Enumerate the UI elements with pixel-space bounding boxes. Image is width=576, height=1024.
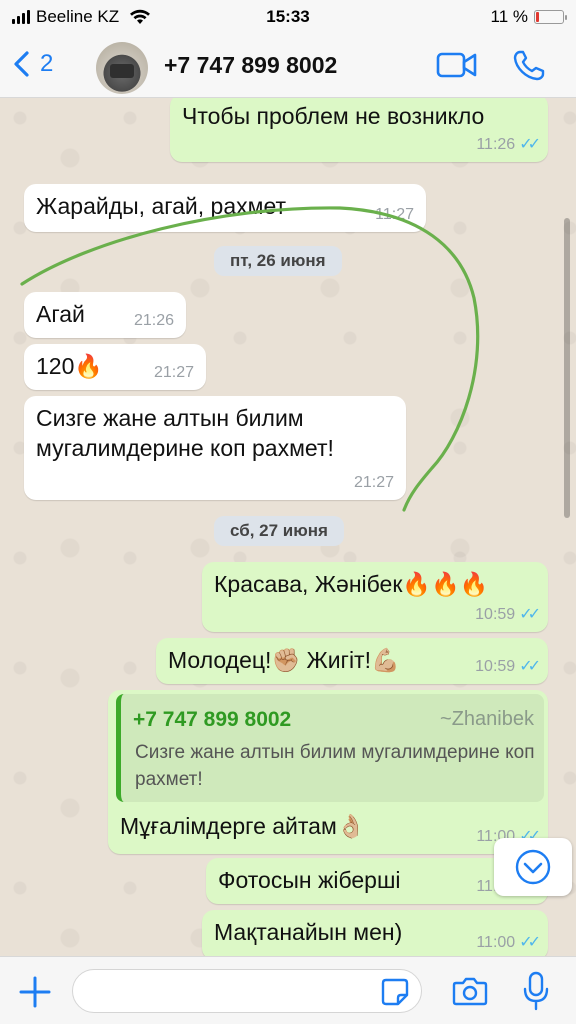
- message-outgoing[interactable]: Мақтанайын мен) 11:00 ✓✓: [202, 910, 548, 956]
- message-text: Чтобы проблем не возникло: [182, 103, 485, 129]
- battery-fill: [536, 12, 539, 22]
- quoted-message[interactable]: +7 747 899 8002 ~Zhanibek Сизге жане алт…: [116, 694, 544, 802]
- message-text: Мақтанайын мен): [214, 919, 403, 945]
- message-time: 11:27: [375, 206, 414, 224]
- chevron-down-icon: [515, 849, 551, 885]
- message-time: 11:26: [476, 136, 516, 154]
- scroll-to-bottom-button[interactable]: [494, 838, 572, 896]
- message-outgoing[interactable]: Красава, Жәнібек🔥🔥🔥 10:59 ✓✓: [202, 562, 548, 632]
- read-ticks-icon: ✓✓: [519, 658, 541, 676]
- message-text: Жарайды, агай, рахмет: [36, 193, 287, 219]
- battery-percent: 11 %: [490, 7, 529, 26]
- back-count: 2: [40, 50, 54, 77]
- scrollbar[interactable]: [564, 218, 570, 518]
- date-separator: сб, 27 июня: [214, 516, 344, 546]
- message-time: 10:59: [475, 606, 516, 624]
- message-time: 11:00: [476, 934, 516, 952]
- date-separator: пт, 26 июня: [214, 246, 342, 276]
- chat-header: 2 +7 747 899 8002: [0, 34, 576, 98]
- input-bar: [0, 956, 576, 1024]
- chevron-left-icon: [14, 51, 29, 77]
- message-outgoing[interactable]: Молодец!✊🏼 Жигіт!💪🏼 10:59 ✓✓: [156, 638, 548, 684]
- avatar[interactable]: [96, 42, 148, 94]
- back-button[interactable]: 2: [12, 50, 53, 78]
- message-text: Сизге жане алтын билим мугалимдерине коп…: [36, 405, 334, 461]
- message-incoming[interactable]: Жарайды, агай, рахмет 11:27: [24, 184, 426, 232]
- sticker-icon[interactable]: [380, 977, 410, 1007]
- message-time: 21:26: [133, 312, 174, 330]
- read-ticks-icon: ✓✓: [519, 606, 541, 624]
- status-bar: Beeline KZ 15:33 11 %: [0, 0, 576, 34]
- quote-sender: +7 747 899 8002: [133, 708, 292, 731]
- chat-area[interactable]: Чтобы проблем не возникло 11:26 ✓✓ Жарайд…: [0, 98, 576, 956]
- message-incoming[interactable]: Агай 21:26: [24, 292, 186, 338]
- message-input[interactable]: [72, 969, 422, 1013]
- read-ticks-icon: ✓✓: [519, 136, 541, 154]
- message-outgoing[interactable]: Чтобы проблем не возникло 11:26 ✓✓: [170, 98, 548, 162]
- video-call-icon[interactable]: [436, 50, 478, 80]
- message-text: Мұғалімдерге айтам👌🏼: [120, 813, 366, 839]
- message-text: Агай: [36, 301, 85, 327]
- phone-call-icon[interactable]: [512, 50, 546, 82]
- message-incoming[interactable]: 120🔥 21:27: [24, 344, 206, 390]
- message-text: Фотосын жіберші: [218, 867, 401, 893]
- status-right: 11 %: [490, 7, 567, 27]
- read-ticks-icon: ✓✓: [519, 934, 541, 952]
- contact-name[interactable]: +7 747 899 8002: [164, 52, 337, 79]
- message-time: 10:59: [475, 658, 516, 676]
- plus-icon[interactable]: [18, 975, 52, 1009]
- quote-text: Сизге жане алтын билим мугалимдерине коп…: [135, 742, 535, 790]
- camera-icon[interactable]: [452, 975, 488, 1007]
- message-time: 21:27: [353, 474, 394, 492]
- message-text: Молодец!✊🏼 Жигіт!💪🏼: [168, 647, 400, 673]
- message-text: 120🔥: [36, 353, 104, 379]
- message-time: 21:27: [153, 364, 194, 382]
- battery-icon: [534, 10, 567, 24]
- message-text: Красава, Жәнібек🔥🔥🔥: [214, 571, 489, 597]
- microphone-icon[interactable]: [522, 971, 550, 1011]
- message-incoming[interactable]: Сизге жане алтын билим мугалимдерине коп…: [24, 396, 406, 500]
- quote-author: ~Zhanibek: [440, 708, 534, 730]
